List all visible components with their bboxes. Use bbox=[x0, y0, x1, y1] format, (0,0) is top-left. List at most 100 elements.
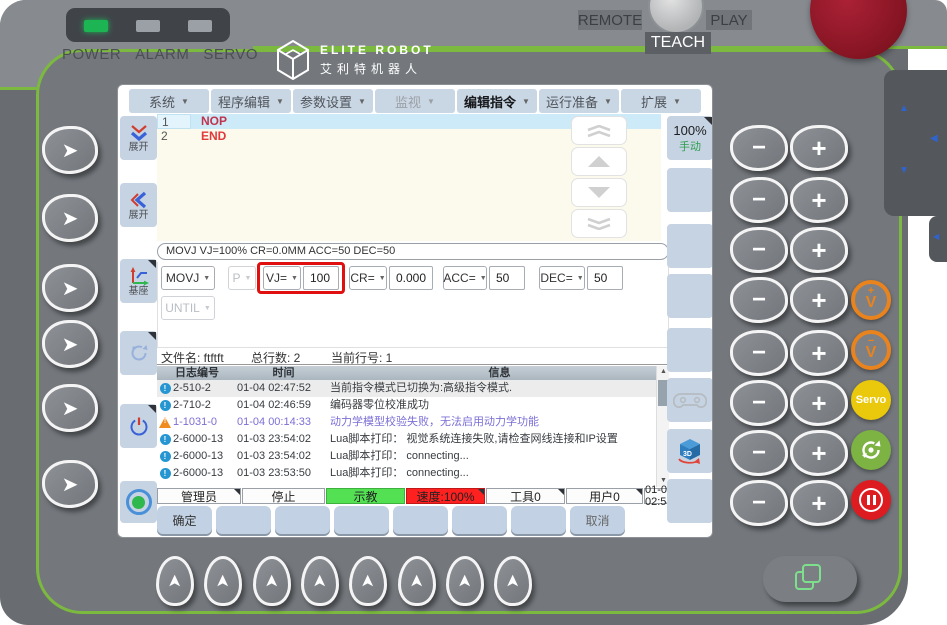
toolbar-expand-down-button[interactable]: 展开 bbox=[120, 116, 157, 160]
speed-down-button[interactable]: − V bbox=[851, 330, 891, 370]
menu-extension[interactable]: 扩展▼ bbox=[621, 89, 701, 113]
command-type-dropdown[interactable]: MOVJ▼ bbox=[161, 266, 215, 290]
cr-value-input[interactable]: 0.000 bbox=[389, 266, 433, 290]
jog-minus-key-5[interactable]: − bbox=[730, 330, 788, 376]
toolbar-cycle-mode-button[interactable] bbox=[120, 331, 157, 375]
cr-dropdown[interactable]: CR=▼ bbox=[349, 266, 387, 290]
status-frame-chip[interactable]: 用户0 bbox=[566, 488, 643, 504]
scroll-up-button[interactable] bbox=[571, 147, 627, 176]
jog-minus-key-8[interactable]: − bbox=[730, 480, 788, 526]
log-row[interactable]: ! 2-6000-13 01-03 23:54:02 Lua脚本打印： 视觉系统… bbox=[157, 431, 669, 448]
up-arrow-icon: ➤ bbox=[407, 574, 427, 588]
indicator-labels: POWER ALARM SERVO bbox=[62, 46, 272, 63]
toolbar-power-button[interactable] bbox=[120, 404, 157, 448]
jog-minus-key-4[interactable]: − bbox=[730, 277, 788, 323]
edge-left-icon[interactable]: ◀ bbox=[930, 134, 938, 144]
log-row[interactable]: ! 1-1031-0 01-04 00:14:33 动力学模型校验失败，无法启用… bbox=[157, 414, 669, 431]
acc-value-input[interactable]: 50 bbox=[489, 266, 525, 290]
jog-minus-key-2[interactable]: − bbox=[730, 177, 788, 223]
jog-plus-key-7[interactable]: + bbox=[790, 430, 848, 476]
pause-button[interactable] bbox=[851, 480, 891, 520]
status-speed-chip[interactable]: 速度:100% bbox=[406, 488, 485, 504]
menu-parameter[interactable]: 参数设置▼ bbox=[293, 89, 373, 113]
softkey-6[interactable] bbox=[452, 506, 507, 534]
jog-plus-key-4[interactable]: + bbox=[790, 277, 848, 323]
svg-text:3D: 3D bbox=[683, 451, 692, 458]
jog-plus-key-2[interactable]: + bbox=[790, 177, 848, 223]
right-toolbar-button-3[interactable] bbox=[667, 224, 713, 268]
menu-edit-instruction[interactable]: 编辑指令▼ bbox=[457, 89, 537, 113]
toolbar-expand-left-button[interactable]: 展开 bbox=[120, 183, 157, 227]
jog-minus-key-1[interactable]: − bbox=[730, 125, 788, 171]
toolbar-start-button[interactable] bbox=[120, 481, 157, 523]
dec-value-input[interactable]: 50 bbox=[587, 266, 623, 290]
bottom-key-8[interactable]: ➤ bbox=[494, 556, 532, 606]
speed-up-button[interactable]: + V bbox=[851, 280, 891, 320]
log-row[interactable]: ! 2-6000-13 01-03 23:53:50 Lua脚本打印： conn… bbox=[157, 465, 669, 482]
left-key-2[interactable]: ➤ bbox=[42, 194, 98, 242]
softkey-3[interactable] bbox=[275, 506, 330, 534]
status-tool-chip[interactable]: 工具0 bbox=[486, 488, 565, 504]
servo-button[interactable]: Servo bbox=[851, 380, 891, 420]
bottom-key-6[interactable]: ➤ bbox=[398, 556, 436, 606]
speed-display-button[interactable]: 100% 手动 bbox=[667, 116, 713, 160]
softkey-2[interactable] bbox=[216, 506, 271, 534]
left-key-1[interactable]: ➤ bbox=[42, 126, 98, 174]
scroll-top-button[interactable] bbox=[571, 116, 627, 145]
line-number: 2 bbox=[157, 129, 191, 144]
jog-minus-key-3[interactable]: − bbox=[730, 227, 788, 273]
jog-plus-key-5[interactable]: + bbox=[790, 330, 848, 376]
right-toolbar-button-2[interactable] bbox=[667, 168, 713, 212]
dec-dropdown[interactable]: DEC=▼ bbox=[539, 266, 585, 290]
bottom-key-2[interactable]: ➤ bbox=[204, 556, 242, 606]
menu-program-edit[interactable]: 程序编辑▼ bbox=[211, 89, 291, 113]
jog-plus-key-3[interactable]: + bbox=[790, 227, 848, 273]
bottom-key-7[interactable]: ➤ bbox=[446, 556, 484, 606]
left-key-4[interactable]: ➤ bbox=[42, 320, 98, 368]
left-key-3[interactable]: ➤ bbox=[42, 264, 98, 312]
scroll-down-button[interactable] bbox=[571, 178, 627, 207]
log-row[interactable]: ! 2-6000-13 01-03 23:54:02 Lua脚本打印： conn… bbox=[157, 448, 669, 465]
bottom-key-4[interactable]: ➤ bbox=[301, 556, 339, 606]
softkey-4[interactable] bbox=[334, 506, 389, 534]
menu-system[interactable]: 系统▼ bbox=[129, 89, 209, 113]
log-row[interactable]: ! 2-510-2 01-04 02:47:52 当前指令模式已切换为:高级指令… bbox=[157, 380, 669, 397]
right-toolbar-button-5[interactable] bbox=[667, 328, 713, 372]
acc-dropdown[interactable]: ACC=▼ bbox=[443, 266, 487, 290]
menu-run-prepare[interactable]: 运行准备▼ bbox=[539, 89, 619, 113]
status-speed: 速度:100% bbox=[416, 488, 474, 505]
right-toolbar-button-8[interactable] bbox=[667, 479, 713, 523]
motor-on-button[interactable] bbox=[851, 430, 891, 470]
left-key-6[interactable]: ➤ bbox=[42, 460, 98, 508]
jog-minus-key-6[interactable]: − bbox=[730, 380, 788, 426]
view-3d-button[interactable]: 3D bbox=[667, 429, 713, 473]
confirm-button[interactable]: 确定 bbox=[157, 506, 212, 534]
window-switch-button[interactable] bbox=[763, 556, 857, 602]
jog-plus-key-8[interactable]: + bbox=[790, 480, 848, 526]
joystick-mode-button[interactable] bbox=[667, 378, 713, 422]
speed-value: 100% bbox=[673, 123, 706, 138]
command-preview-field[interactable]: MOVJ VJ=100% CR=0.0MM ACC=50 DEC=50 bbox=[157, 243, 669, 260]
jog-plus-key-1[interactable]: + bbox=[790, 125, 848, 171]
edge-tab-left-icon[interactable]: ◀ bbox=[933, 232, 939, 242]
left-key-5[interactable]: ➤ bbox=[42, 384, 98, 432]
dropdown-value: P bbox=[233, 271, 241, 285]
log-panel[interactable]: 日志编号 时间 信息 ! 2-510-2 01-04 02:47:52 当前指令… bbox=[157, 366, 669, 487]
status-user-chip[interactable]: 管理员 bbox=[157, 488, 241, 504]
log-row[interactable]: ! 2-710-2 01-04 02:46:59 编码器零位校准成功 bbox=[157, 397, 669, 414]
scroll-bottom-button[interactable] bbox=[571, 209, 627, 238]
bottom-key-3[interactable]: ➤ bbox=[253, 556, 291, 606]
bottom-key-1[interactable]: ➤ bbox=[156, 556, 194, 606]
edge-up-icon[interactable]: ▲ bbox=[899, 104, 909, 114]
softkey-5[interactable] bbox=[393, 506, 448, 534]
bottom-key-5[interactable]: ➤ bbox=[349, 556, 387, 606]
chevron-down-icon: ▼ bbox=[577, 275, 584, 282]
right-toolbar-button-4[interactable] bbox=[667, 274, 713, 318]
up-arrow-icon: ➤ bbox=[310, 574, 330, 588]
jog-plus-key-6[interactable]: + bbox=[790, 380, 848, 426]
cancel-button[interactable]: 取消 bbox=[570, 506, 625, 534]
softkey-7[interactable] bbox=[511, 506, 566, 534]
jog-minus-key-7[interactable]: − bbox=[730, 430, 788, 476]
toolbar-coordinate-base-button[interactable]: 基座 bbox=[120, 259, 157, 303]
edge-down-icon[interactable]: ▼ bbox=[899, 166, 909, 176]
